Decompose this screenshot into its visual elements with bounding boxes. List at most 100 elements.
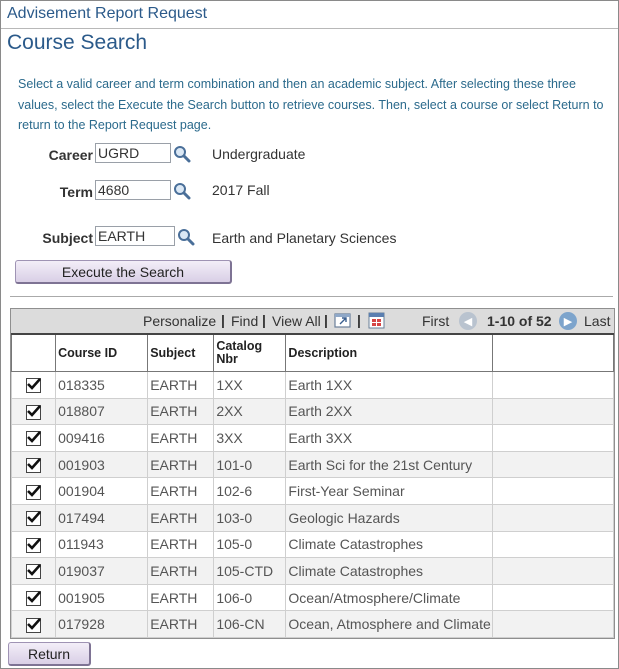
cell-description: Earth 2XX — [285, 397, 493, 426]
course-table: Course ID Subject Catalog Nbr Descriptio… — [10, 333, 615, 638]
cell-subject: EARTH — [147, 530, 215, 559]
column-header-catalog-nbr[interactable]: Catalog Nbr — [213, 333, 287, 372]
row-select-checkbox[interactable] — [26, 378, 42, 394]
view-all-link[interactable]: View All — [272, 313, 321, 329]
empty-cell — [491, 503, 615, 532]
cell-catalog: 106-0 — [213, 583, 287, 612]
cell-subject: EARTH — [147, 503, 215, 532]
row-select-cell — [10, 450, 57, 479]
row-select-checkbox[interactable] — [26, 511, 42, 527]
cell-course-id: 018335 — [55, 371, 149, 399]
column-header-course-id[interactable]: Course ID — [55, 333, 149, 372]
find-link[interactable]: Find — [231, 313, 258, 329]
empty-cell — [491, 530, 615, 559]
table-row: 019037 EARTH 105-CTD Climate Catastrophes — [10, 557, 615, 585]
checkmark-icon — [27, 511, 42, 524]
cell-subject: EARTH — [147, 610, 215, 638]
first-link[interactable]: First — [422, 313, 449, 329]
term-input[interactable] — [95, 180, 171, 200]
cell-description: Climate Catastrophes — [285, 530, 493, 559]
cell-description: Earth 3XX — [285, 424, 493, 452]
table-row: 001904 EARTH 102-6 First-Year Seminar — [10, 477, 615, 505]
table-row: 017928 EARTH 106-CN Ocean, Atmosphere and C… — [10, 610, 615, 638]
cell-description: Earth Sci for the 21st Century — [285, 450, 493, 479]
empty-cell — [491, 557, 615, 585]
row-select-cell — [10, 477, 57, 505]
zoom-grid-icon[interactable] — [334, 312, 352, 329]
cell-description: First-Year Seminar — [285, 477, 493, 505]
toolbar-separator: | — [357, 312, 361, 328]
career-lookup-icon[interactable] — [173, 145, 191, 163]
catalog-nbr-label: Catalog Nbr — [216, 339, 263, 366]
cell-subject: EARTH — [147, 450, 215, 479]
career-label: Career — [48, 147, 93, 163]
empty-cell — [491, 610, 615, 638]
subject-input[interactable] — [95, 226, 175, 246]
cell-catalog: 102-6 — [213, 477, 287, 505]
row-select-checkbox[interactable] — [26, 564, 42, 580]
term-label: Term — [59, 184, 93, 200]
row-select-checkbox[interactable] — [26, 590, 42, 606]
column-header-subject[interactable]: Subject — [147, 333, 215, 372]
term-lookup-icon[interactable] — [173, 182, 191, 200]
row-select-cell — [10, 424, 57, 452]
table-row: 001905 EARTH 106-0 Ocean/Atmosphere/Climate — [10, 583, 615, 612]
next-icon[interactable]: ▶ — [559, 312, 577, 330]
checkmark-icon — [27, 431, 42, 444]
empty-cell — [491, 371, 615, 399]
row-select-checkbox[interactable] — [26, 431, 42, 447]
table-row: 018807 EARTH 2XX Earth 2XX — [10, 397, 615, 426]
cell-description: Earth 1XX — [285, 371, 493, 399]
toolbar-separator: | — [262, 312, 266, 328]
cell-course-id: 018807 — [55, 397, 149, 426]
cell-description: Geologic Hazards — [285, 503, 493, 532]
cell-catalog: 3XX — [213, 424, 287, 452]
cell-course-id: 001903 — [55, 450, 149, 479]
cell-course-id: 011943 — [55, 530, 149, 559]
empty-cell — [491, 424, 615, 452]
row-select-checkbox[interactable] — [26, 617, 42, 633]
row-select-checkbox[interactable] — [26, 537, 42, 553]
row-select-cell — [10, 503, 57, 532]
cell-course-id: 001905 — [55, 583, 149, 612]
cell-course-id: 017494 — [55, 503, 149, 532]
career-input[interactable] — [95, 143, 171, 163]
last-link[interactable]: Last — [584, 313, 610, 329]
checkmark-icon — [27, 617, 42, 630]
grid-toolbar: Personalize | Find | View All | | First … — [11, 308, 614, 333]
cell-course-id: 017928 — [55, 610, 149, 638]
row-select-cell — [10, 530, 57, 559]
execute-search-button[interactable]: Execute the Search — [15, 260, 232, 284]
empty-cell — [491, 450, 615, 479]
personalize-link[interactable]: Personalize — [143, 313, 216, 329]
checkmark-icon — [27, 537, 42, 550]
cell-course-id: 019037 — [55, 557, 149, 585]
cell-subject: EARTH — [147, 424, 215, 452]
cell-catalog: 105-CTD — [213, 557, 287, 585]
cell-catalog: 105-0 — [213, 530, 287, 559]
row-select-checkbox[interactable] — [26, 484, 42, 500]
cell-catalog: 1XX — [213, 371, 287, 399]
checkmark-icon — [27, 378, 42, 391]
table-row: 018335 EARTH 1XX Earth 1XX — [10, 371, 615, 399]
career-description: Undergraduate — [212, 146, 306, 162]
column-header-description[interactable]: Description — [285, 333, 493, 372]
return-button[interactable]: Return — [8, 642, 91, 666]
checkmark-icon — [27, 404, 42, 417]
cell-subject: EARTH — [147, 477, 215, 505]
cell-subject: EARTH — [147, 583, 215, 612]
subject-lookup-icon[interactable] — [177, 228, 195, 246]
term-description: 2017 Fall — [212, 182, 270, 198]
row-select-checkbox[interactable] — [26, 457, 42, 473]
row-select-cell — [10, 583, 57, 612]
cell-description: Ocean/Atmosphere/Climate — [285, 583, 493, 612]
subject-description: Earth and Planetary Sciences — [212, 230, 397, 246]
empty-column-header — [491, 333, 615, 372]
toolbar-separator: | — [221, 312, 225, 328]
page-title: Course Search — [7, 31, 148, 54]
cell-catalog: 101-0 — [213, 450, 287, 479]
row-select-cell — [10, 610, 57, 638]
row-select-cell — [10, 371, 57, 399]
download-spreadsheet-icon[interactable] — [368, 312, 386, 329]
row-select-checkbox[interactable] — [26, 404, 42, 420]
